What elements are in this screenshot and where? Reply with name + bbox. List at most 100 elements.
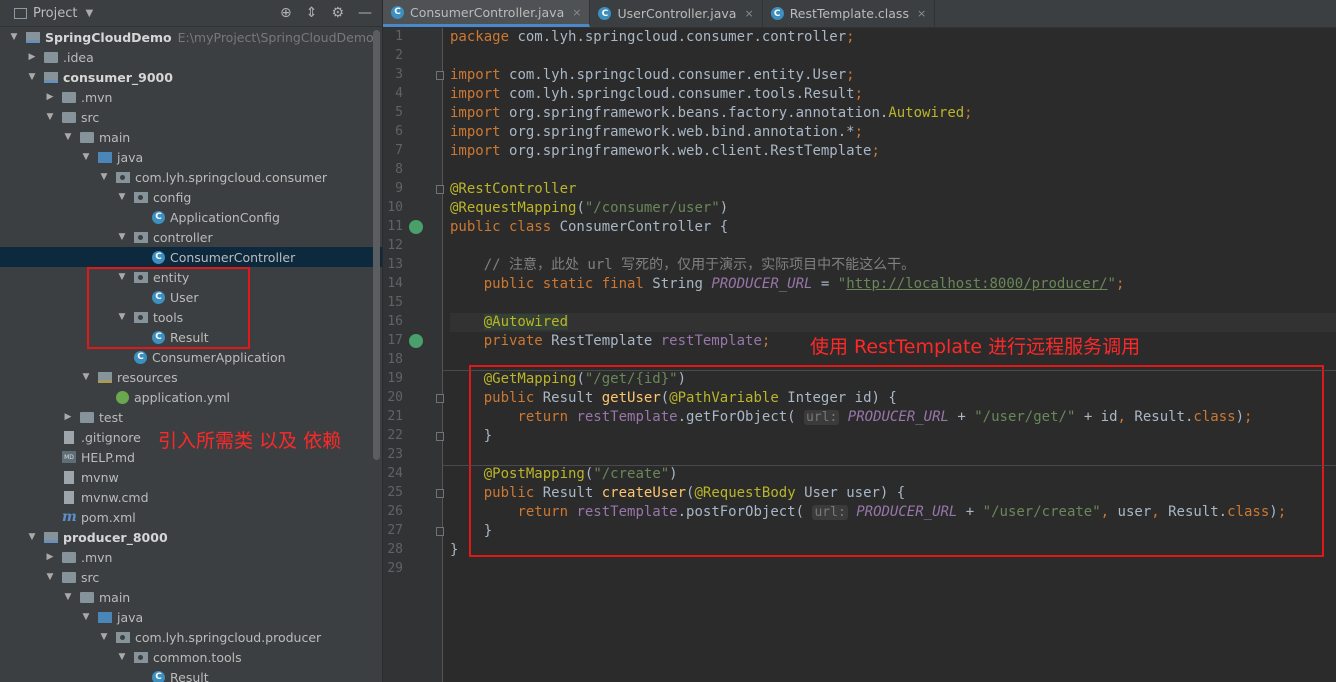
expand-arrow-icon[interactable]: ▼ bbox=[116, 192, 128, 202]
code-line[interactable] bbox=[450, 294, 1336, 313]
expand-arrow-icon[interactable]: ▼ bbox=[80, 152, 92, 162]
expand-arrow-icon[interactable]: ▼ bbox=[116, 652, 128, 662]
code-line[interactable]: import com.lyh.springcloud.consumer.tool… bbox=[450, 85, 1336, 104]
close-tab-icon[interactable]: × bbox=[572, 6, 581, 19]
code-line[interactable] bbox=[450, 560, 1336, 579]
tree-item[interactable]: ▶ .idea bbox=[0, 47, 382, 67]
gear-icon[interactable]: ⚙ bbox=[331, 5, 344, 21]
tree-item[interactable]: ▼ resources bbox=[0, 367, 382, 387]
line-number: 16 bbox=[387, 314, 403, 329]
tree-item[interactable]: ▼ common.tools bbox=[0, 647, 382, 667]
chevron-down-icon[interactable]: ▼ bbox=[85, 8, 93, 19]
folder-icon bbox=[62, 111, 76, 123]
code-token: import bbox=[450, 86, 510, 102]
file-icon bbox=[64, 490, 74, 504]
tree-item[interactable]: ▶application.yml bbox=[0, 387, 382, 407]
tree-item[interactable]: ▶mvnw.cmd bbox=[0, 487, 382, 507]
expand-arrow-icon[interactable]: ▼ bbox=[98, 632, 110, 642]
fold-marker-icon[interactable] bbox=[436, 527, 444, 536]
tree-item[interactable]: ▼ producer_8000 bbox=[0, 527, 382, 547]
class-icon: C bbox=[152, 250, 165, 264]
code-line[interactable] bbox=[450, 47, 1336, 66]
expand-arrow-icon[interactable]: ▼ bbox=[26, 72, 38, 82]
code-line[interactable]: public class ConsumerController { bbox=[450, 218, 1336, 237]
spring-bean-icon[interactable] bbox=[409, 220, 423, 234]
expand-arrow-icon[interactable]: ▼ bbox=[62, 592, 74, 602]
tree-item[interactable]: ▼ com.lyh.springcloud.producer bbox=[0, 627, 382, 647]
file-icon bbox=[64, 430, 74, 444]
editor-tab[interactable]: C RestTemplate.class × bbox=[763, 0, 936, 27]
fold-marker-icon[interactable] bbox=[436, 185, 444, 194]
tree-item[interactable]: ▶CApplicationConfig bbox=[0, 207, 382, 227]
tree-item[interactable]: ▼ consumer_9000 bbox=[0, 67, 382, 87]
code-token: PRODUCER_URL bbox=[711, 276, 813, 292]
tree-item[interactable]: ▶ .mvn bbox=[0, 547, 382, 567]
expand-arrow-icon[interactable]: ▼ bbox=[98, 172, 110, 182]
tree-item[interactable]: ▶CConsumerApplication bbox=[0, 347, 382, 367]
expand-arrow-icon[interactable]: ▼ bbox=[8, 32, 20, 42]
code-line[interactable] bbox=[450, 237, 1336, 256]
code-line[interactable]: import org.springframework.web.bind.anno… bbox=[450, 123, 1336, 142]
tree-item[interactable]: ▼ java bbox=[0, 147, 382, 167]
close-tab-icon[interactable]: × bbox=[917, 7, 926, 20]
code-line[interactable]: import org.springframework.beans.factory… bbox=[450, 104, 1336, 123]
locate-icon[interactable]: ⊕ bbox=[280, 5, 292, 21]
tree-item[interactable]: ▶CConsumerController bbox=[0, 247, 382, 267]
tree-item[interactable]: ▼ src bbox=[0, 567, 382, 587]
tree-item[interactable]: ▼ SpringCloudDemo E:\myProject\SpringCloud… bbox=[0, 27, 382, 47]
fold-marker-icon[interactable] bbox=[436, 394, 444, 403]
fold-marker-icon[interactable] bbox=[436, 489, 444, 498]
tree-item[interactable]: ▶ .mvn bbox=[0, 87, 382, 107]
class-icon: C bbox=[391, 5, 404, 19]
hide-panel-icon[interactable]: — bbox=[358, 5, 372, 21]
tree-item[interactable]: ▼ com.lyh.springcloud.consumer bbox=[0, 167, 382, 187]
tree-item-label: .mvn bbox=[81, 89, 113, 105]
tree-item-label: resources bbox=[117, 369, 178, 385]
project-view-selector[interactable]: Project bbox=[33, 6, 77, 21]
editor-tab[interactable]: C ConsumerController.java × bbox=[383, 0, 591, 27]
code-line[interactable]: @Autowired bbox=[450, 313, 1336, 332]
expand-arrow-icon[interactable]: ▼ bbox=[80, 612, 92, 622]
tree-item[interactable]: ▼ config bbox=[0, 187, 382, 207]
fold-marker-icon[interactable] bbox=[436, 432, 444, 441]
collapse-arrow-icon[interactable]: ▶ bbox=[44, 92, 56, 102]
expand-arrow-icon[interactable]: ▼ bbox=[80, 372, 92, 382]
tree-item[interactable]: ▼ src bbox=[0, 107, 382, 127]
code-line[interactable]: import org.springframework.web.client.Re… bbox=[450, 142, 1336, 161]
collapse-all-icon[interactable]: ⇕ bbox=[306, 5, 318, 21]
tree-item[interactable]: ▶CResult bbox=[0, 667, 382, 682]
close-tab-icon[interactable]: × bbox=[744, 7, 753, 20]
spring-bean-icon[interactable] bbox=[409, 334, 423, 348]
tree-item[interactable]: ▼ main bbox=[0, 127, 382, 147]
editor-tab[interactable]: C UserController.java × bbox=[590, 0, 763, 27]
tree-item[interactable]: ▼ java bbox=[0, 607, 382, 627]
method-separator bbox=[443, 370, 1336, 371]
expand-arrow-icon[interactable]: ▼ bbox=[26, 532, 38, 542]
line-number: 25 bbox=[387, 485, 403, 500]
expand-arrow-icon[interactable]: ▼ bbox=[44, 112, 56, 122]
tree-item[interactable]: ▶ test bbox=[0, 407, 382, 427]
collapse-arrow-icon[interactable]: ▶ bbox=[26, 52, 38, 62]
expand-arrow-icon[interactable]: ▼ bbox=[116, 232, 128, 242]
fold-marker-icon[interactable] bbox=[436, 71, 444, 80]
code-line[interactable]: @RequestMapping("/consumer/user") bbox=[450, 199, 1336, 218]
code-line[interactable]: public static final String PRODUCER_URL … bbox=[450, 275, 1336, 294]
tree-item[interactable]: ▶mpom.xml bbox=[0, 507, 382, 527]
code-line[interactable]: @RestController bbox=[450, 180, 1336, 199]
expand-arrow-icon[interactable]: ▼ bbox=[62, 132, 74, 142]
collapse-arrow-icon[interactable]: ▶ bbox=[62, 412, 74, 422]
code-line[interactable]: // 注意，此处 url 写死的，仅用于演示，实际项目中不能这么干。 bbox=[450, 256, 1336, 275]
expand-arrow-icon[interactable]: ▼ bbox=[44, 572, 56, 582]
tree-item[interactable]: ▼ main bbox=[0, 587, 382, 607]
code-line[interactable]: import com.lyh.springcloud.consumer.enti… bbox=[450, 66, 1336, 85]
tree-item[interactable]: ▼ controller bbox=[0, 227, 382, 247]
collapse-arrow-icon[interactable]: ▶ bbox=[44, 552, 56, 562]
code-line[interactable] bbox=[450, 161, 1336, 180]
project-tree-scrollbar[interactable] bbox=[373, 30, 380, 460]
code-line[interactable]: package com.lyh.springcloud.consumer.con… bbox=[450, 28, 1336, 47]
code-token: = bbox=[812, 276, 838, 292]
tree-item[interactable]: ▶mvnw bbox=[0, 467, 382, 487]
code-token: private bbox=[483, 333, 552, 349]
